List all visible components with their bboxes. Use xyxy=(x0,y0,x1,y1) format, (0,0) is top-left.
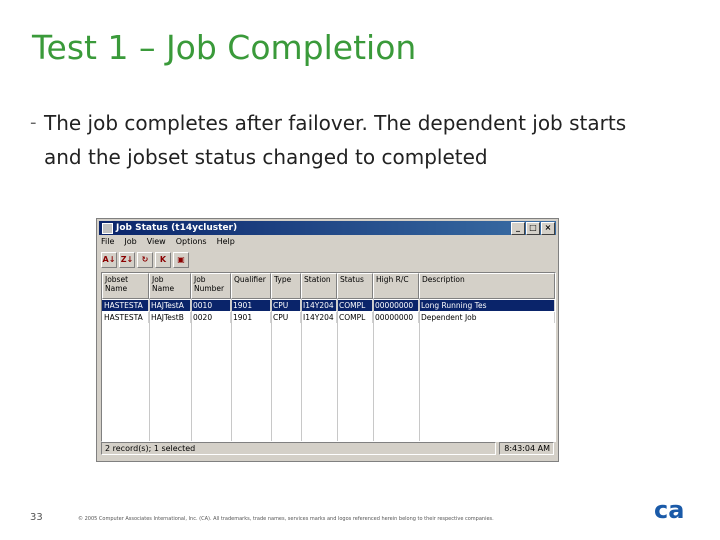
cell-status: COMPL xyxy=(337,312,373,323)
table-row[interactable]: HASTESTA HAJTestB 0020 1901 CPU I14Y204 … xyxy=(102,312,555,323)
cell-description: Long Running Tes xyxy=(419,300,555,311)
cell-qualifier: 1901 xyxy=(231,312,271,323)
cell-number: 0020 xyxy=(191,312,231,323)
col-qualifier[interactable]: Qualifier xyxy=(231,273,271,299)
save-icon[interactable]: ▣ xyxy=(173,252,189,268)
cell-type: CPU xyxy=(271,312,301,323)
cell-jobset: HASTESTA xyxy=(102,300,149,311)
col-description[interactable]: Description xyxy=(419,273,555,299)
col-station[interactable]: Station xyxy=(301,273,337,299)
job-table: Jobset Name Job Name Job Number Qualifie… xyxy=(101,272,556,442)
status-bar: 2 record(s); 1 selected 8:43:04 AM xyxy=(101,442,554,455)
slide-title: Test 1 – Job Completion xyxy=(32,28,417,67)
job-status-window: Job Status (t14ycluster) _ □ × File Job … xyxy=(96,218,559,462)
close-button[interactable]: × xyxy=(541,222,555,235)
ca-logo: ca xyxy=(654,496,684,522)
sort-asc-icon[interactable]: A↓ xyxy=(101,252,117,268)
column-divider xyxy=(337,299,338,441)
cancel-icon[interactable]: K xyxy=(155,252,171,268)
refresh-icon[interactable]: ↻ xyxy=(137,252,153,268)
window-title: Job Status (t14ycluster) xyxy=(116,223,238,233)
cell-high-rc: 00000000 xyxy=(373,300,419,311)
cell-job: HAJTestB xyxy=(149,312,191,323)
window-titlebar[interactable]: Job Status (t14ycluster) _ □ × xyxy=(99,221,556,235)
page-number: 33 xyxy=(30,512,43,523)
column-divider xyxy=(191,299,192,441)
table-row[interactable]: HASTESTA HAJTestA 0010 1901 CPU I14Y204 … xyxy=(102,300,555,311)
menu-help[interactable]: Help xyxy=(217,237,235,249)
maximize-button[interactable]: □ xyxy=(526,222,540,235)
cell-station: I14Y204 xyxy=(301,300,337,311)
col-job-number[interactable]: Job Number xyxy=(191,273,231,299)
column-divider xyxy=(231,299,232,441)
col-jobset-name[interactable]: Jobset Name xyxy=(102,273,149,299)
app-icon xyxy=(102,223,113,234)
bullet-point: - The job completes after failover. The … xyxy=(30,106,640,174)
cell-description: Dependent Job xyxy=(419,312,555,323)
status-time: 8:43:04 AM xyxy=(499,442,554,455)
column-divider xyxy=(271,299,272,441)
cell-jobset: HASTESTA xyxy=(102,312,149,323)
col-status[interactable]: Status xyxy=(337,273,373,299)
menu-job[interactable]: Job xyxy=(124,237,136,249)
toolbar: A↓ Z↓ ↻ K ▣ xyxy=(101,252,189,268)
col-job-name[interactable]: Job Name xyxy=(149,273,191,299)
column-divider xyxy=(301,299,302,441)
bullet-dash: - xyxy=(30,112,37,133)
menu-bar: File Job View Options Help xyxy=(101,237,235,249)
cell-high-rc: 00000000 xyxy=(373,312,419,323)
column-divider xyxy=(373,299,374,441)
cell-number: 0010 xyxy=(191,300,231,311)
status-records: 2 record(s); 1 selected xyxy=(101,442,496,455)
table-header: Jobset Name Job Name Job Number Qualifie… xyxy=(102,273,555,299)
sort-desc-icon[interactable]: Z↓ xyxy=(119,252,135,268)
minimize-button[interactable]: _ xyxy=(511,222,525,235)
menu-options[interactable]: Options xyxy=(176,237,207,249)
ca-logo-text: ca xyxy=(654,496,684,522)
column-divider xyxy=(419,299,420,441)
bullet-text: The job completes after failover. The de… xyxy=(44,111,627,169)
col-high-rc[interactable]: High R/C xyxy=(373,273,419,299)
col-type[interactable]: Type xyxy=(271,273,301,299)
cell-qualifier: 1901 xyxy=(231,300,271,311)
copyright-notice: © 2005 Computer Associates International… xyxy=(78,516,494,522)
cell-job: HAJTestA xyxy=(149,300,191,311)
menu-view[interactable]: View xyxy=(147,237,166,249)
cell-type: CPU xyxy=(271,300,301,311)
column-divider xyxy=(149,299,150,441)
cell-station: I14Y204 xyxy=(301,312,337,323)
menu-file[interactable]: File xyxy=(101,237,114,249)
cell-status: COMPL xyxy=(337,300,373,311)
